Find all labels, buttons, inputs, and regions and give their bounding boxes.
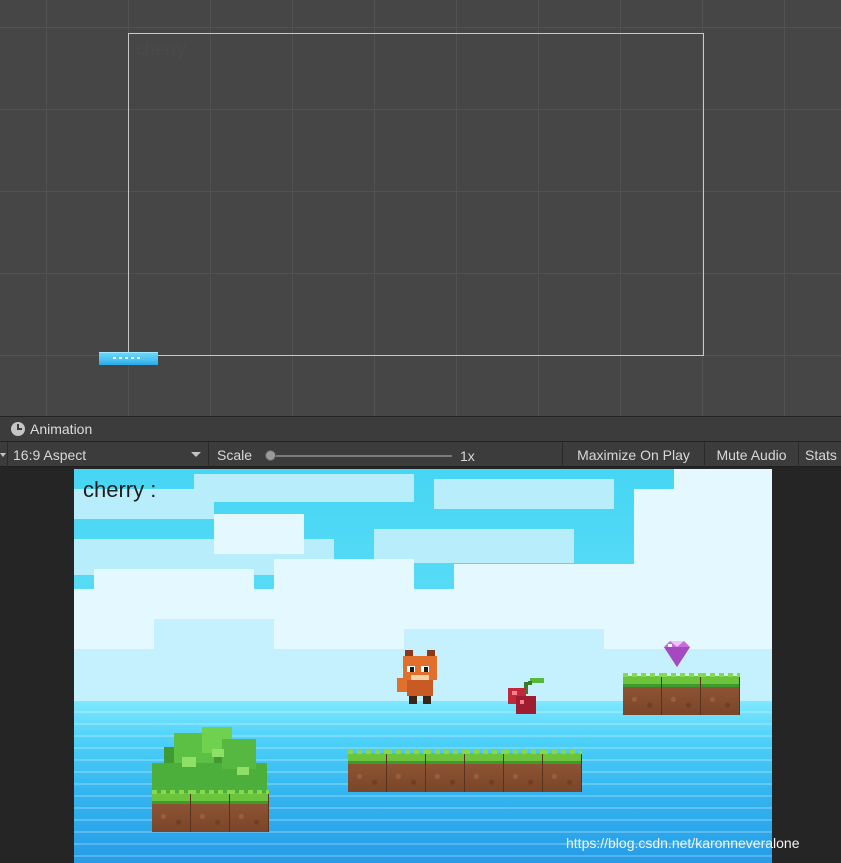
game-canvas[interactable]: cherry : [74, 469, 772, 863]
tab-animation[interactable]: Animation [0, 417, 120, 441]
stats-button[interactable]: Stats [799, 442, 841, 467]
scale-slider-thumb[interactable] [265, 450, 276, 461]
scene-view[interactable]: cherry : [0, 0, 841, 416]
ui-canvas-outline [128, 33, 704, 356]
watermark-text: https://blog.csdn.net/karonneveralone [566, 835, 800, 851]
bush-sprite [152, 727, 267, 797]
tab-animation-label: Animation [30, 421, 93, 437]
cherry-sprite[interactable] [504, 678, 550, 718]
display-dropdown[interactable] [0, 442, 7, 467]
scene-cherry-label: cherry : [136, 39, 197, 59]
ground-platform-right [623, 673, 740, 715]
maximize-on-play-button[interactable]: Maximize On Play [563, 442, 704, 467]
toolbar-divider [208, 442, 209, 467]
chevron-down-icon [191, 452, 201, 457]
gem-sprite[interactable] [660, 639, 694, 669]
ground-platform-left [152, 790, 269, 832]
mute-audio-button[interactable]: Mute Audio [705, 442, 798, 467]
game-toolbar: 16:9 Aspect Scale 1x Maximize On Play Mu… [0, 442, 841, 467]
scene-game-preview[interactable] [99, 352, 158, 365]
player-fox-sprite[interactable] [397, 648, 443, 706]
window-tab-bar: Animation [0, 416, 841, 442]
aspect-dropdown[interactable]: 16:9 Aspect [8, 442, 207, 467]
clock-icon [11, 422, 25, 436]
game-cherry-counter: cherry : [83, 477, 157, 502]
ground-platform-middle [348, 750, 582, 792]
scale-label: Scale [217, 447, 253, 463]
aspect-dropdown-value: 16:9 Aspect [13, 446, 87, 463]
scale-value: 1x [460, 448, 475, 464]
scale-slider-track[interactable] [270, 455, 452, 457]
